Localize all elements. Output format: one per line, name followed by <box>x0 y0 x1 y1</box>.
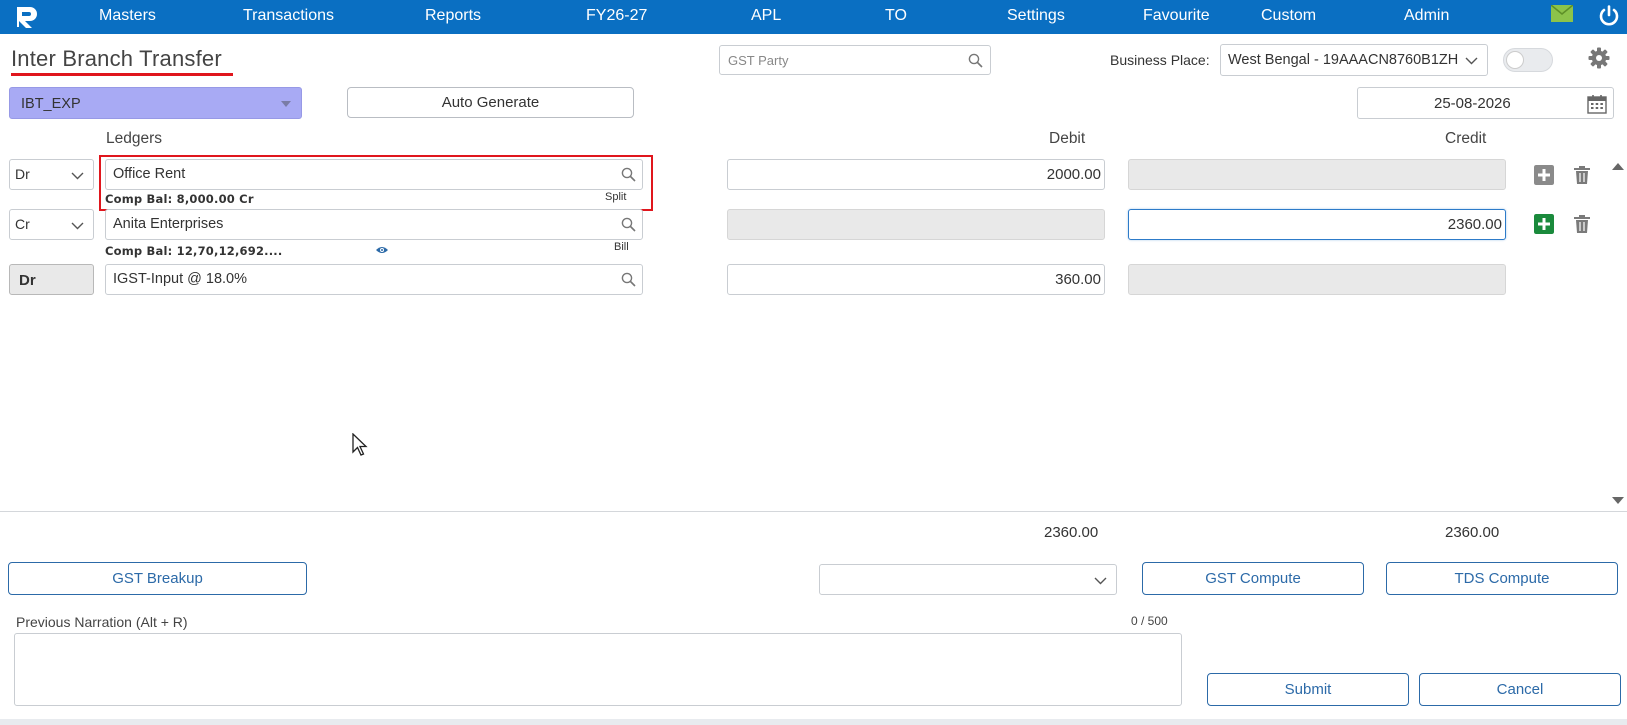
page-title: Inter Branch Transfer <box>11 46 222 71</box>
search-icon[interactable] <box>968 53 983 68</box>
mouse-cursor-icon <box>352 433 368 456</box>
row-3-debit-input[interactable]: 360.00 <box>727 264 1105 295</box>
voucher-type-value: IBT_EXP <box>21 96 81 112</box>
business-place-value: West Bengal - 19AAACN8760B1ZH <box>1228 52 1459 68</box>
debit-column-header: Debit <box>1049 130 1086 147</box>
date-value: 25-08-2026 <box>1434 95 1511 112</box>
title-underline <box>11 73 233 76</box>
chevron-down-icon <box>1465 57 1478 65</box>
credit-column-header: Credit <box>1445 130 1487 147</box>
debit-total: 2360.00 <box>1044 524 1099 541</box>
caret-down-icon <box>281 101 291 107</box>
search-icon[interactable] <box>621 217 636 232</box>
row-2-ledger-input[interactable]: Anita Enterprises <box>105 209 643 240</box>
nav-settings[interactable]: Settings <box>1007 0 1065 34</box>
chevron-down-icon <box>71 172 84 180</box>
nav-favourite[interactable]: Favourite <box>1143 0 1210 34</box>
toggle-knob <box>1506 51 1524 69</box>
auto-generate-button[interactable]: Auto Generate <box>347 87 634 118</box>
plus-icon[interactable] <box>1534 214 1554 234</box>
row-1-credit-input <box>1128 159 1506 190</box>
trash-icon[interactable] <box>1573 165 1591 185</box>
logo-icon[interactable] <box>14 4 40 30</box>
cancel-button[interactable]: Cancel <box>1419 673 1621 706</box>
bottom-strip <box>0 719 1627 725</box>
narration-char-count: 0 / 500 <box>1131 614 1168 628</box>
narration-textarea[interactable] <box>14 633 1182 706</box>
search-icon[interactable] <box>621 272 636 287</box>
nav-to[interactable]: TO <box>885 0 907 34</box>
scroll-up-arrow-icon[interactable] <box>1612 163 1624 170</box>
row-2-credit-input[interactable]: 2360.00 <box>1128 209 1506 240</box>
toggle-switch[interactable] <box>1503 48 1553 72</box>
bill-link[interactable]: Bill <box>614 241 629 253</box>
gst-party-search-input[interactable]: GST Party <box>719 45 991 75</box>
nav-admin[interactable]: Admin <box>1404 0 1449 34</box>
nav-transactions[interactable]: Transactions <box>243 0 334 34</box>
gst-compute-button[interactable]: GST Compute <box>1142 562 1364 595</box>
ledgers-column-header: Ledgers <box>106 130 163 147</box>
scroll-down-arrow-icon[interactable] <box>1612 497 1624 504</box>
row-3-drcr-select[interactable]: Dr <box>9 264 94 295</box>
nav-apl[interactable]: APL <box>751 0 781 34</box>
gst-party-placeholder: GST Party <box>728 53 789 68</box>
nav-reports[interactable]: Reports <box>425 0 481 34</box>
row-2-debit-input <box>727 209 1105 240</box>
top-nav-bar: Masters Transactions Reports FY26-27 APL… <box>0 0 1627 34</box>
highlight-box <box>99 155 653 211</box>
divider <box>0 511 1627 512</box>
mail-icon[interactable] <box>1551 5 1573 22</box>
business-place-label: Business Place: <box>1110 52 1210 68</box>
calendar-icon[interactable] <box>1587 94 1607 114</box>
chevron-down-icon <box>1094 577 1107 585</box>
submit-button[interactable]: Submit <box>1207 673 1409 706</box>
date-input[interactable]: 25-08-2026 <box>1357 87 1614 119</box>
row-2-drcr-select[interactable]: Cr <box>9 209 94 240</box>
tds-compute-button[interactable]: TDS Compute <box>1386 562 1618 595</box>
row-1-drcr-value: Dr <box>15 166 30 182</box>
eye-icon[interactable] <box>375 245 389 255</box>
nav-masters[interactable]: Masters <box>99 0 156 34</box>
voucher-type-select[interactable]: IBT_EXP <box>9 87 302 119</box>
narration-label: Previous Narration (Alt + R) <box>16 614 188 630</box>
gst-breakup-button[interactable]: GST Breakup <box>8 562 307 595</box>
row-2-company-balance: Comp Bal: 12,70,12,692.... <box>105 244 283 258</box>
credit-total: 2360.00 <box>1445 524 1500 541</box>
row-1-drcr-select[interactable]: Dr <box>9 159 94 190</box>
plus-icon[interactable] <box>1534 165 1554 185</box>
footer-select[interactable] <box>819 564 1117 595</box>
nav-custom[interactable]: Custom <box>1261 0 1316 34</box>
row-3-ledger-input[interactable]: IGST-Input @ 18.0% <box>105 264 643 295</box>
row-3-ledger-value: IGST-Input @ 18.0% <box>113 271 248 287</box>
gear-icon[interactable] <box>1587 46 1611 70</box>
row-2-drcr-value: Cr <box>15 216 30 232</box>
trash-icon[interactable] <box>1573 214 1591 234</box>
row-2-ledger-value: Anita Enterprises <box>113 216 224 232</box>
row-3-credit-input <box>1128 264 1506 295</box>
chevron-down-icon <box>71 222 84 230</box>
row-1-debit-input[interactable]: 2000.00 <box>727 159 1105 190</box>
power-icon[interactable] <box>1598 5 1620 27</box>
nav-fiscal-year[interactable]: FY26-27 <box>586 0 647 34</box>
business-place-select[interactable]: West Bengal - 19AAACN8760B1ZH <box>1220 44 1488 76</box>
